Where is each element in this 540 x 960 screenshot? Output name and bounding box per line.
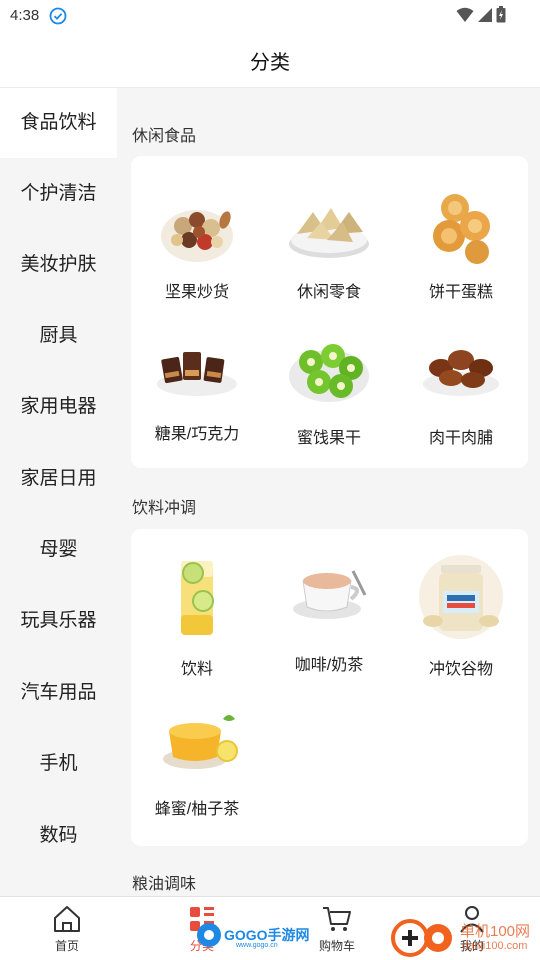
battery-icon	[496, 6, 506, 23]
section-title: 休闲食品	[132, 128, 197, 145]
sidebar-item-kitchenware[interactable]: 厨具	[0, 301, 117, 371]
sidebar-item-label: 数码	[39, 825, 78, 846]
watermark-text: 单机100网	[460, 923, 531, 940]
product-drinks[interactable]: 饮料	[131, 529, 263, 679]
signal-icon	[478, 7, 492, 22]
watermark-url: danji100.com	[462, 940, 528, 952]
sidebar-item-label: 母婴	[39, 539, 78, 560]
product-cookies[interactable]: 饼干蛋糕	[395, 156, 527, 306]
product-card: 饮料 咖啡/奶茶 冲饮谷物 蜂蜜/柚子茶	[131, 529, 528, 846]
sidebar-item-personal-care[interactable]: 个护清洁	[0, 159, 117, 229]
status-bar: 4:38	[0, 0, 540, 32]
jerky-image	[423, 350, 499, 396]
danji-logo-icon	[391, 919, 452, 957]
watermark-url: www.gogo.cn	[236, 942, 278, 949]
sidebar-item-auto[interactable]: 汽车用品	[0, 658, 117, 728]
product-chocolate[interactable]: 糖果/巧克力	[131, 306, 263, 456]
home-icon	[54, 906, 80, 932]
sidebar-item-label: 食品饮料	[20, 112, 97, 133]
cookies-image	[433, 194, 490, 264]
product-jerky[interactable]: 肉干肉脯	[395, 306, 527, 456]
sidebar-item-home[interactable]: 家居日用	[0, 444, 117, 514]
product-label: 冲饮谷物	[428, 661, 493, 678]
verified-check-icon	[49, 7, 67, 25]
sidebar-item-appliances[interactable]: 家用电器	[0, 372, 117, 442]
product-cereal[interactable]: 冲饮谷物	[395, 529, 527, 679]
chips-image	[289, 208, 369, 258]
section-title: 粮油调味	[132, 876, 197, 893]
sidebar-item-label: 厨具	[39, 325, 78, 346]
product-label: 糖果/巧克力	[154, 426, 240, 443]
page-title: 分类	[250, 52, 290, 74]
lemonade-image	[181, 561, 214, 635]
nav-home[interactable]: 首页	[27, 897, 107, 960]
product-nuts[interactable]: 坚果炒货	[131, 156, 263, 306]
sidebar-item-phones[interactable]: 手机	[0, 729, 117, 799]
page-header: 分类	[0, 32, 540, 88]
category-sidebar: 食品饮料 个护清洁 美妆护肤 厨具 家用电器 家居日用 母婴 玩具乐器 汽车用品…	[0, 88, 117, 896]
wifi-icon	[456, 7, 474, 22]
gogo-logo-icon	[197, 923, 221, 947]
product-label: 咖啡/奶茶	[294, 657, 364, 674]
sidebar-item-label: 手机	[39, 753, 78, 774]
product-label: 肉干肉脯	[428, 430, 493, 447]
gogo-watermark-logo: GOGO手游网 www.gogo.cn	[196, 922, 316, 950]
product-label: 坚果炒货	[164, 284, 229, 301]
product-label: 蜂蜜/柚子茶	[154, 801, 240, 818]
category-content: 休闲食品 坚果炒货 休闲零食 饼干蛋糕 糖果/巧克力 蜜饯果干 肉干肉脯 饮料冲…	[117, 88, 540, 896]
product-honey-tea[interactable]: 蜂蜜/柚子茶	[131, 679, 263, 839]
sidebar-item-digital[interactable]: 数码	[0, 801, 117, 871]
sidebar-item-label: 美妆护肤	[20, 254, 97, 275]
sidebar-item-food-drinks[interactable]: 食品饮料	[0, 88, 117, 158]
nuts-image	[161, 210, 233, 262]
sidebar-item-label: 个护清洁	[20, 183, 97, 204]
product-label: 休闲零食	[296, 284, 361, 301]
sidebar-item-beauty[interactable]: 美妆护肤	[0, 230, 117, 300]
product-card: 坚果炒货 休闲零食 饼干蛋糕 糖果/巧克力 蜜饯果干 肉干肉脯	[131, 156, 528, 468]
sidebar-item-label: 家用电器	[20, 396, 97, 417]
oats-jar-image	[419, 555, 503, 639]
chocolate-image	[157, 352, 237, 396]
product-label: 饼干蛋糕	[428, 284, 493, 301]
sidebar-item-label: 家居日用	[20, 468, 97, 489]
cart-icon	[323, 907, 351, 931]
sidebar-item-baby[interactable]: 母婴	[0, 515, 117, 585]
status-time: 4:38	[10, 7, 40, 24]
product-label: 蜜饯果干	[296, 430, 361, 447]
honey-citron-image	[163, 715, 238, 769]
product-snacks[interactable]: 休闲零食	[263, 156, 395, 306]
status-icons	[456, 6, 506, 23]
sidebar-item-label: 玩具乐器	[20, 610, 97, 631]
product-dried-fruit[interactable]: 蜜饯果干	[263, 306, 395, 456]
dried-kiwi-image	[289, 344, 369, 402]
product-coffee-tea[interactable]: 咖啡/奶茶	[263, 529, 395, 679]
section-title: 饮料冲调	[132, 500, 197, 517]
sidebar-item-label: 汽车用品	[20, 682, 97, 703]
nav-label: 首页	[54, 939, 79, 953]
product-label: 饮料	[180, 661, 213, 678]
danji-watermark-logo: 单机100网 danji100.com	[390, 914, 540, 958]
milk-tea-image	[293, 570, 367, 619]
sidebar-item-toys[interactable]: 玩具乐器	[0, 586, 117, 656]
